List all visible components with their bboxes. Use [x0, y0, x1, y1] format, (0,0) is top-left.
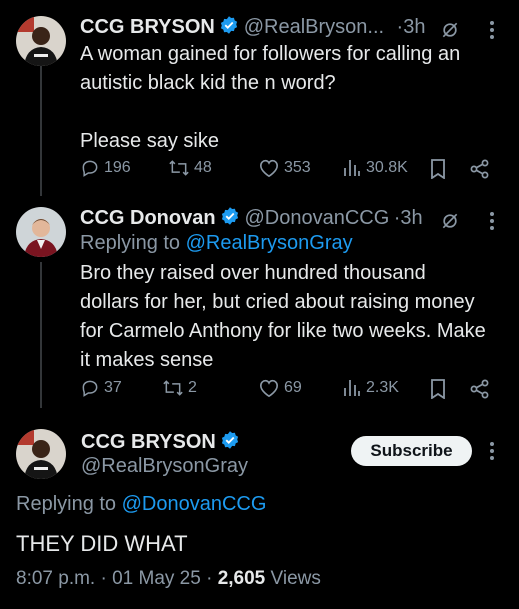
- avatar[interactable]: [16, 207, 66, 257]
- like-icon: [258, 158, 280, 178]
- replying-label: Replying to: [16, 493, 117, 515]
- thread-line: [40, 262, 42, 408]
- reply-icon: [80, 378, 100, 398]
- tweet-text-line: dollars for her, but cried about raising…: [80, 291, 475, 313]
- more-icon[interactable]: [489, 441, 495, 466]
- tweet-time[interactable]: ·3h: [397, 16, 426, 38]
- reply-button[interactable]: 196: [80, 158, 131, 178]
- reply-count: 196: [104, 159, 131, 176]
- retweet-icon: [168, 158, 190, 178]
- views-icon: [342, 378, 362, 398]
- avatar[interactable]: [16, 16, 66, 66]
- tweet-text-line: Bro they raised over hundred thousand: [80, 262, 426, 284]
- share-icon[interactable]: [470, 159, 490, 184]
- author-handle[interactable]: @RealBrysonGray: [81, 455, 248, 478]
- tweet-text-line: for Carmelo Anthony for like two weeks. …: [80, 320, 486, 342]
- tweet-time[interactable]: ·3h: [394, 207, 423, 229]
- reply-button[interactable]: 37: [80, 378, 122, 398]
- retweet-button[interactable]: 48: [168, 158, 212, 178]
- like-button[interactable]: 69: [258, 378, 302, 398]
- like-count: 69: [284, 379, 302, 396]
- views-count: 2.3K: [366, 379, 399, 396]
- like-count: 353: [284, 159, 311, 176]
- like-button[interactable]: 353: [258, 158, 311, 178]
- grok-icon[interactable]: [440, 211, 460, 236]
- author-name[interactable]: CCG BRYSON: [80, 16, 215, 38]
- reply-icon: [80, 158, 100, 178]
- views-button[interactable]: 30.8K: [342, 158, 408, 178]
- views-label: Views: [270, 568, 321, 589]
- bookmark-icon[interactable]: [430, 159, 446, 184]
- views-count: 30.8K: [366, 159, 408, 176]
- retweet-count: 48: [194, 159, 212, 176]
- verified-icon: [220, 206, 240, 231]
- retweet-icon: [162, 378, 184, 398]
- tweet-text: THEY DID WHAT: [16, 531, 188, 556]
- views-count: 2,605: [217, 568, 266, 589]
- reply-count: 37: [104, 379, 122, 396]
- tweet-text-line: Please say sike: [80, 130, 219, 152]
- more-icon[interactable]: [489, 211, 495, 236]
- tweet-text-line: A woman gained for followers for calling…: [80, 43, 461, 65]
- avatar[interactable]: [16, 429, 66, 479]
- replying-to-link[interactable]: @RealBrysonGray: [186, 232, 353, 254]
- verified-icon: [220, 430, 240, 455]
- thread-line: [40, 66, 42, 196]
- tweet-text-line: [80, 98, 505, 127]
- author-name[interactable]: CCG Donovan: [80, 207, 216, 229]
- author-handle[interactable]: @DonovanCCG: [244, 207, 389, 229]
- like-icon: [258, 378, 280, 398]
- verified-icon: [219, 15, 239, 40]
- author-name[interactable]: CCG BRYSON: [81, 431, 216, 453]
- views-button[interactable]: 2.3K: [342, 378, 399, 398]
- tweet-timestamp[interactable]: 8:07 p.m. · 01 May 25 ·: [16, 568, 218, 589]
- views-icon: [342, 158, 362, 178]
- retweet-count: 2: [188, 379, 197, 396]
- author-handle[interactable]: @RealBryson...: [244, 16, 384, 38]
- tweet-text-line: it makes sense: [80, 349, 214, 371]
- bookmark-icon[interactable]: [430, 379, 446, 404]
- replying-to-link[interactable]: @DonovanCCG: [122, 493, 267, 515]
- share-icon[interactable]: [470, 379, 490, 404]
- replying-label: Replying to: [80, 232, 181, 254]
- retweet-button[interactable]: 2: [162, 378, 197, 398]
- tweet-text-line: autistic black kid the n word?: [80, 72, 336, 94]
- subscribe-button[interactable]: Subscribe: [351, 436, 472, 466]
